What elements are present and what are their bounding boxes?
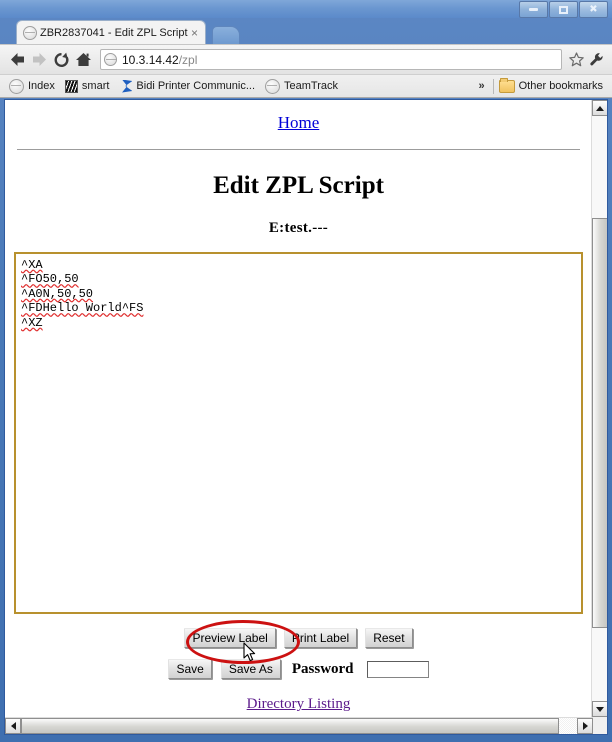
secondary-button-row: Save Save As Password [5, 659, 592, 679]
bookmark-smart[interactable]: smart [60, 78, 115, 95]
tab-edit-zpl-script[interactable]: ZBR2837041 - Edit ZPL Script × [16, 20, 206, 44]
script-line: ^XZ [21, 315, 43, 330]
scroll-right-button[interactable] [577, 718, 593, 734]
home-link[interactable]: Home [278, 113, 320, 132]
bookmark-bidi-printer-communication[interactable]: Bidi Printer Communic... [114, 78, 260, 95]
preview-label-button[interactable]: Preview Label [184, 628, 276, 648]
close-button[interactable]: ✖ [579, 1, 608, 18]
page-viewport: Home Edit ZPL Script E:test.--- ^XA ^FO5… [4, 99, 608, 735]
minimize-button[interactable] [519, 1, 548, 18]
bookmark-label: Index [28, 80, 55, 92]
url-path: /zpl [178, 52, 198, 67]
vertical-scroll-thumb[interactable] [592, 218, 607, 628]
tab-strip: ZBR2837041 - Edit ZPL Script × [0, 17, 612, 45]
bidi-icon [122, 79, 133, 93]
globe-icon [9, 78, 24, 94]
file-path-subtitle: E:test.--- [268, 220, 329, 236]
globe-icon [104, 53, 117, 66]
globe-icon [23, 25, 37, 40]
page-title: Edit ZPL Script [213, 172, 384, 199]
url-text: 10.3.14.42/zpl [122, 53, 197, 67]
zpl-script-textarea[interactable]: ^XA ^FO50,50 ^A0N,50,50 ^FDHello World^F… [14, 252, 583, 614]
divider [17, 149, 580, 150]
url-host: 10.3.14.42 [122, 52, 179, 67]
reload-button[interactable] [50, 49, 72, 71]
print-label-button[interactable]: Print Label [283, 628, 358, 648]
script-line: ^XA [21, 258, 43, 272]
other-bookmarks-label: Other bookmarks [518, 80, 603, 92]
password-input[interactable] [366, 660, 429, 678]
bookmark-teamtrack[interactable]: TeamTrack [260, 77, 343, 96]
primary-button-row: Preview Label Print Label Reset [5, 620, 592, 664]
forward-button[interactable] [28, 49, 50, 71]
globe-icon [265, 78, 281, 94]
script-line: ^FO50,50 [21, 272, 79, 287]
bookmark-label: Bidi Printer Communic... [136, 80, 256, 92]
vertical-scrollbar[interactable] [591, 100, 607, 717]
wrench-menu-icon[interactable] [586, 49, 606, 71]
reset-button[interactable]: Reset [365, 628, 413, 648]
password-label: Password [291, 660, 354, 677]
bookmark-label: TeamTrack [284, 80, 339, 92]
save-as-button[interactable]: Save As [220, 659, 281, 679]
home-link-container: Home [5, 100, 592, 133]
close-icon[interactable]: × [188, 27, 201, 39]
navigation-toolbar: 10.3.14.42/zpl [0, 44, 612, 74]
bookmark-star-icon[interactable] [566, 49, 586, 71]
script-line: ^FDHello World^FS [21, 301, 144, 316]
directory-listing-link[interactable]: Directory Listing [247, 696, 351, 712]
browser-window: ✖ ZBR2837041 - Edit ZPL Script × 10.3.14… [0, 0, 612, 742]
horizontal-scrollbar[interactable] [5, 717, 607, 734]
script-line: ^A0N,50,50 [21, 286, 94, 301]
address-bar[interactable]: 10.3.14.42/zpl [100, 49, 562, 70]
scrollbar-corner [593, 717, 607, 734]
home-button[interactable] [72, 49, 94, 71]
bookmark-label: smart [81, 80, 110, 92]
bookmarks-bar: Index smart Bidi Printer Communic... Tea… [0, 74, 612, 98]
bookmarks-overflow-chevron-icon[interactable]: » [471, 80, 493, 92]
directory-link-container: Directory Listing [5, 695, 592, 713]
scroll-down-button[interactable] [592, 701, 607, 717]
scroll-up-button[interactable] [592, 100, 607, 116]
horizontal-scroll-thumb[interactable] [21, 718, 559, 734]
zebra-icon [64, 79, 78, 93]
save-button[interactable]: Save [168, 659, 212, 679]
folder-icon [498, 77, 515, 93]
other-bookmarks-folder[interactable]: Other bookmarks [494, 77, 608, 95]
back-button[interactable] [6, 49, 28, 71]
title-bar: ✖ [0, 0, 612, 18]
bookmark-index[interactable]: Index [4, 77, 60, 96]
new-tab-button[interactable] [212, 26, 240, 45]
page-content: Home Edit ZPL Script E:test.--- ^XA ^FO5… [5, 100, 592, 717]
window-controls: ✖ [519, 1, 608, 18]
maximize-button[interactable] [549, 1, 578, 18]
tab-title: ZBR2837041 - Edit ZPL Script [40, 26, 188, 39]
scroll-left-button[interactable] [5, 718, 21, 734]
